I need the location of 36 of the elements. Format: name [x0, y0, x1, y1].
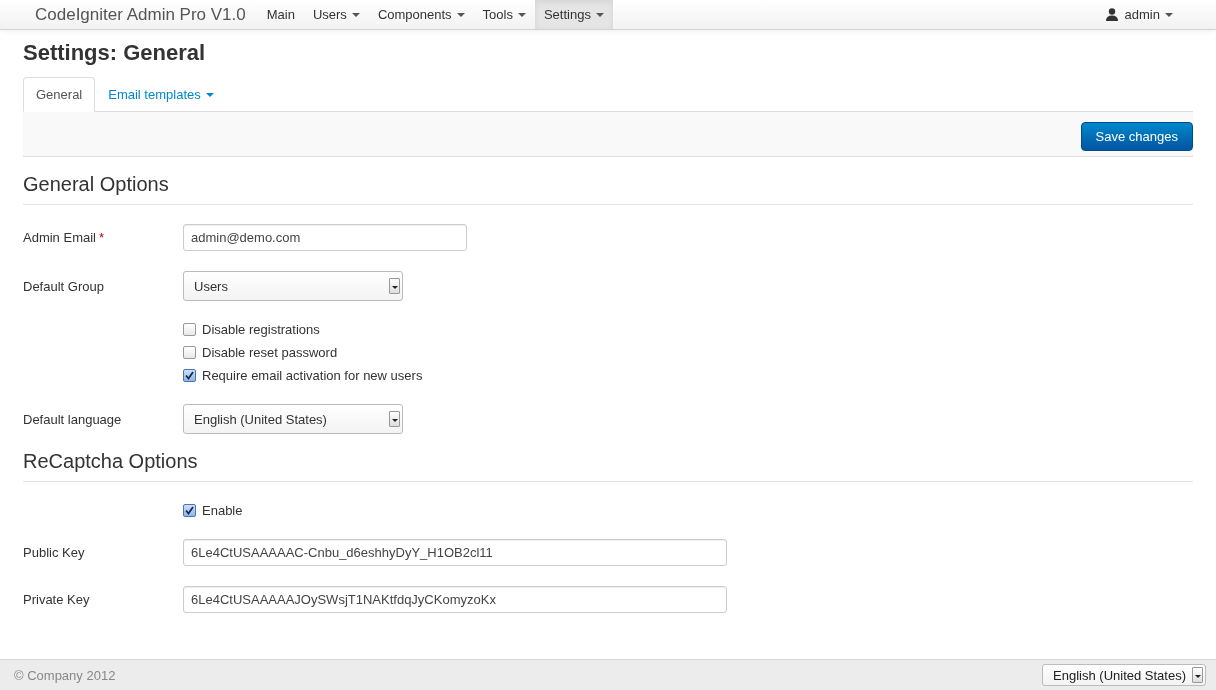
field-label: Private Key	[23, 592, 90, 607]
user-menu[interactable]: admin	[1105, 0, 1173, 29]
tab[interactable]: General	[23, 77, 96, 112]
checkbox[interactable]	[183, 323, 196, 336]
text-field[interactable]: 6Le4CtUSAAAAAC-Cnbu_d6eshhyDyY_H1OB2cl11	[183, 539, 727, 566]
checkbox[interactable]	[183, 346, 196, 359]
copyright-text: © Company 2012	[14, 667, 116, 683]
nav-menu-item[interactable]: Main	[257, 0, 304, 29]
user-icon	[1105, 8, 1118, 21]
section-heading: ReCaptcha Options	[23, 434, 1193, 482]
page-title: Settings: General	[23, 40, 207, 66]
checkbox-label[interactable]: Disable registrations	[202, 322, 320, 337]
nav-menu-item[interactable]: Tools	[473, 0, 535, 29]
nav-menu-item[interactable]: Components	[368, 0, 474, 29]
save-button[interactable]: Save changes	[1080, 122, 1193, 151]
field-label: Public Key	[23, 545, 85, 560]
text-field[interactable]: admin@demo.com	[183, 224, 467, 251]
checkbox-label[interactable]: Require email activation for new users	[202, 368, 423, 383]
brand-title[interactable]: CodeIgniter Admin Pro V1.0	[35, 4, 246, 25]
required-mark: *	[98, 230, 105, 245]
select-field[interactable]: English (United States)	[183, 404, 403, 434]
tab[interactable]: Email templates	[95, 77, 227, 112]
language-select[interactable]: English (United States)	[1042, 664, 1206, 686]
text-field[interactable]: 6Le4CtUSAAAAAJOySWsjT1NAKtfdqJyCKomyzoKx	[183, 586, 727, 613]
field-label: Admin Email	[23, 230, 96, 245]
section-heading: General Options	[23, 157, 1193, 205]
checkbox[interactable]	[183, 504, 196, 517]
field-label: Default language	[23, 411, 122, 427]
nav-menu-item[interactable]: Users	[303, 0, 369, 29]
select-field[interactable]: Users	[183, 271, 403, 301]
checkbox-label[interactable]: Enable	[202, 503, 243, 518]
caret-icon	[1165, 12, 1173, 17]
nav-menu-item[interactable]: Settings	[534, 0, 613, 29]
checkbox-label[interactable]: Disable reset password	[202, 345, 338, 360]
field-label: Default Group	[23, 278, 104, 294]
checkbox[interactable]	[183, 369, 196, 382]
